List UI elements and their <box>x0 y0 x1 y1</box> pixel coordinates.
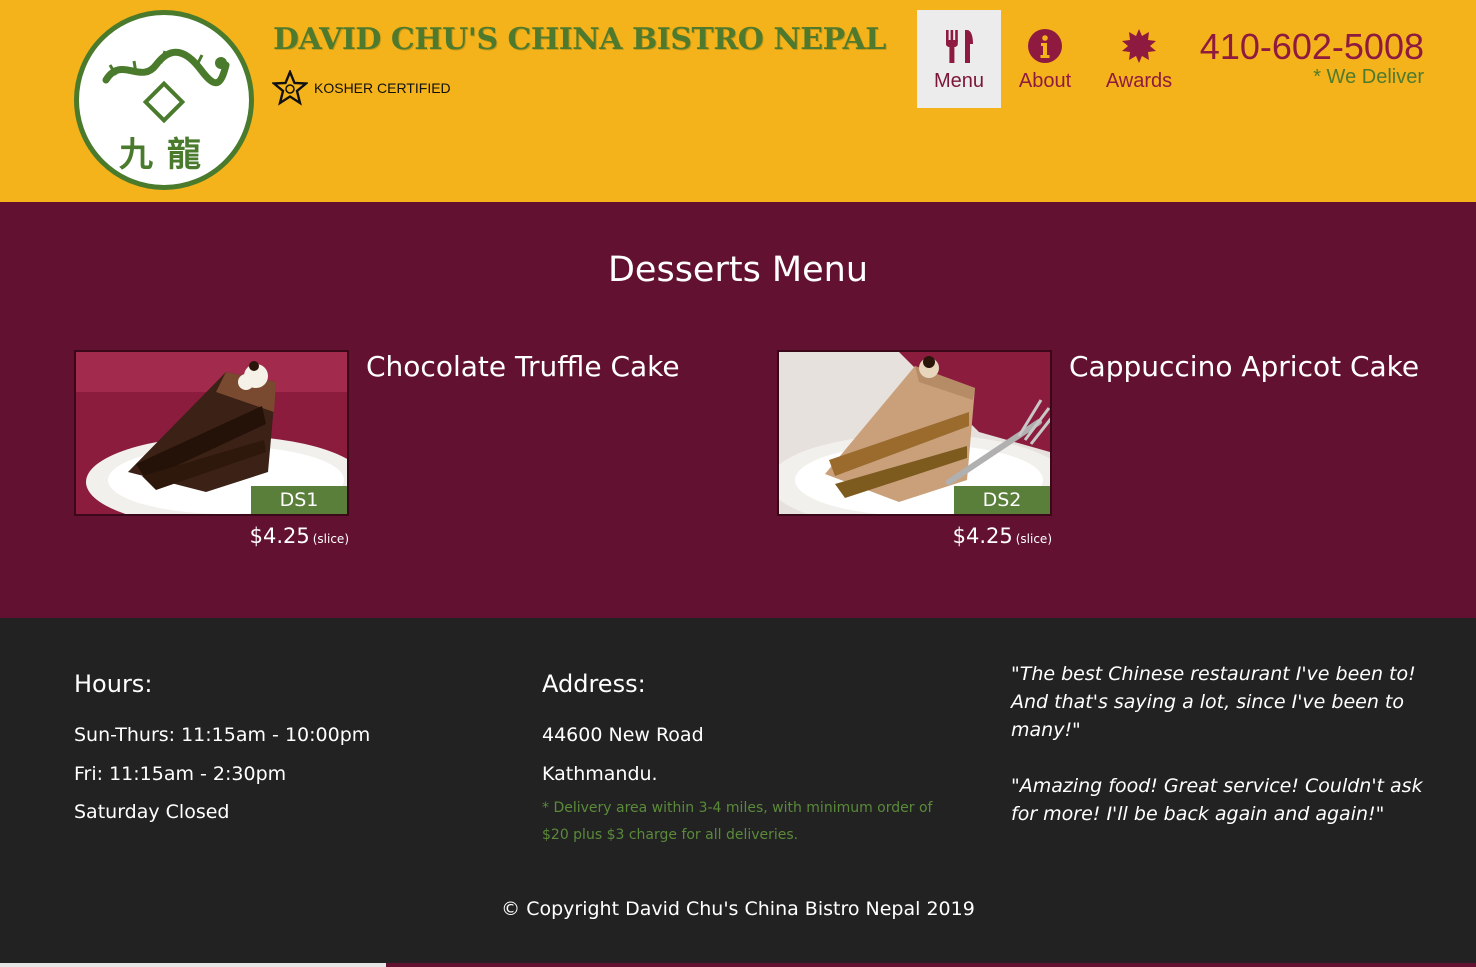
item-price: $4.25 (slice) <box>74 524 349 548</box>
copyright: © Copyright David Chu's China Bistro Nep… <box>501 898 975 920</box>
delivery-area-note: * Delivery area within 3-4 miles, with m… <box>542 800 933 843</box>
fork-knife-icon <box>946 30 973 63</box>
logo-characters: 九龍 <box>119 135 215 175</box>
nav-menu[interactable]: Menu <box>917 10 1001 108</box>
page-title: Desserts Menu <box>607 250 869 290</box>
kosher-star-icon <box>272 70 308 106</box>
award-icon <box>1122 29 1156 63</box>
nav-awards-label: Awards <box>1105 70 1173 92</box>
testimonials: "The best Chinese restaurant I've been t… <box>1011 660 1431 828</box>
menu-item: DS2 $4.25 (slice) Cappuccino Apricot Cake <box>777 350 1419 548</box>
hours-line: Fri: 11:15am - 2:30pm <box>74 762 287 785</box>
item-name[interactable]: Cappuccino Apricot Cake <box>1069 350 1419 383</box>
price-value: $4.25 <box>952 524 1013 548</box>
price-value: $4.25 <box>249 524 310 548</box>
bottom-bar <box>0 963 1476 967</box>
address-line: Kathmandu. <box>542 762 658 785</box>
kosher-badge: KOSHER CERTIFIED <box>272 70 451 106</box>
address-section: Address: 44600 New Road Kathmandu. * Del… <box>542 670 962 849</box>
item-name[interactable]: Chocolate Truffle Cake <box>366 350 680 383</box>
item-photo[interactable]: DS2 <box>777 350 1052 516</box>
menu-item: DS1 $4.25 (slice) Chocolate Truffle Cake <box>74 350 680 548</box>
item-photo[interactable]: DS1 <box>74 350 349 516</box>
site-footer: Hours: Sun-Thurs: 11:15am - 10:00pm Fri:… <box>0 618 1476 963</box>
address-line: 44600 New Road <box>542 724 704 746</box>
item-code: DS2 <box>954 486 1050 514</box>
address-heading: Address: <box>542 670 646 698</box>
bottom-bar-segment <box>0 963 386 967</box>
site-header: 九龍 DAVID CHU'S CHINA BISTRO NEPAL KOSHER… <box>0 0 1476 202</box>
hours-heading: Hours: <box>74 670 153 698</box>
kosher-label: KOSHER CERTIFIED <box>314 80 451 96</box>
price-unit: (slice) <box>312 532 349 546</box>
price-unit: (slice) <box>1015 532 1052 546</box>
testimonial: "Amazing food! Great service! Couldn't a… <box>1011 775 1423 825</box>
nav-about[interactable]: About <box>1001 10 1089 108</box>
item-price: $4.25 (slice) <box>777 524 1052 548</box>
restaurant-name: DAVID CHU'S CHINA BISTRO NEPAL <box>273 22 886 57</box>
nav-about-label: About <box>1018 70 1072 92</box>
hours-line: Saturday Closed <box>74 801 230 823</box>
hours-section: Hours: Sun-Thurs: 11:15am - 10:00pm Fri:… <box>74 670 370 832</box>
hours-line: Sun-Thurs: 11:15am - 10:00pm <box>74 724 371 746</box>
item-code: DS1 <box>251 486 347 514</box>
delivery-note: * We Deliver <box>1313 66 1424 88</box>
testimonial: "The best Chinese restaurant I've been t… <box>1011 663 1416 741</box>
phone-number[interactable]: 410-602-5008 <box>1200 26 1424 68</box>
nav-menu-label: Menu <box>933 70 985 92</box>
nav-awards[interactable]: Awards <box>1089 10 1189 108</box>
info-icon <box>1028 29 1062 63</box>
restaurant-logo[interactable]: 九龍 <box>74 10 254 190</box>
main-nav: Menu About Awards <box>917 10 1189 108</box>
desserts-section: Desserts Menu DS1 $4.25 (slice) Chocolate… <box>0 202 1476 618</box>
